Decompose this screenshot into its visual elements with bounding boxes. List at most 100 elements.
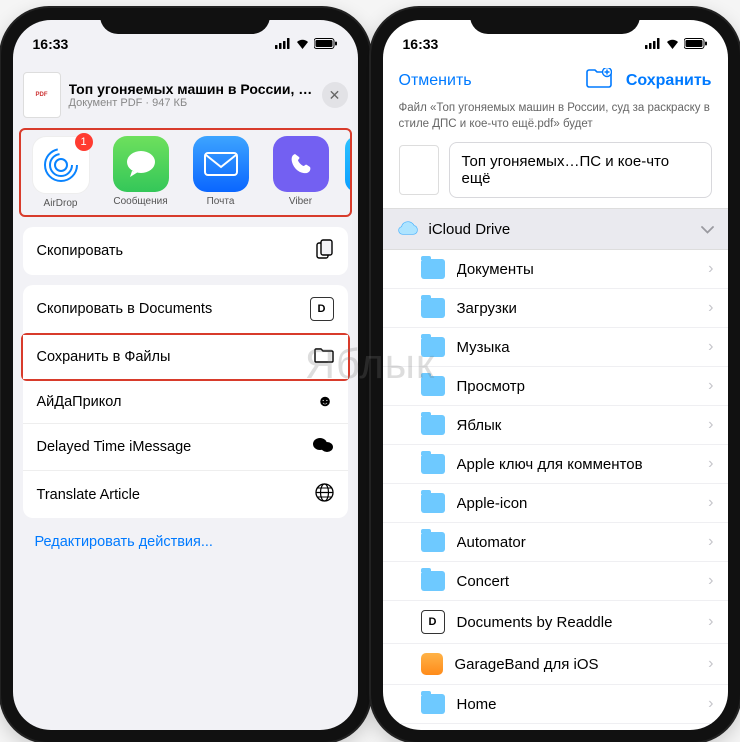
share-sheet-screen: 16:33 Топ угоняемых машин в России, суд … <box>13 20 358 730</box>
filename-input[interactable]: Топ угоняемых…ПС и кое-что ещё <box>449 142 712 198</box>
chevron-right-icon: › <box>708 455 713 473</box>
save-description: Файл «Топ угоняемых машин в России, суд … <box>383 99 728 138</box>
folder-row[interactable]: Apple-icon› <box>383 484 728 523</box>
app-mail[interactable]: Почта <box>185 136 257 209</box>
folder-label: Concert <box>457 573 697 590</box>
status-time: 16:33 <box>403 36 439 52</box>
action-label: Скопировать в Documents <box>37 301 213 317</box>
folder-label: Яблык <box>457 417 697 434</box>
notch <box>100 8 270 34</box>
folder-row[interactable]: Загрузки › <box>383 289 728 328</box>
status-time: 16:33 <box>33 36 69 52</box>
folder-row[interactable]: Automator› <box>383 523 728 562</box>
icloud-icon <box>397 218 419 240</box>
action-label: Скопировать <box>37 243 124 259</box>
folder-row[interactable]: Apple ключ для комментов › <box>383 445 728 484</box>
folder-icon <box>421 571 445 591</box>
chevron-right-icon: › <box>708 416 713 434</box>
folder-icon <box>421 532 445 552</box>
chevron-right-icon: › <box>708 377 713 395</box>
folder-icon <box>421 298 445 318</box>
new-folder-button[interactable] <box>586 68 612 93</box>
folder-row[interactable]: Home › <box>383 685 728 724</box>
folder-icon <box>421 694 445 714</box>
chevron-right-icon: › <box>708 695 713 713</box>
folder-row[interactable]: DDocuments by Readdle› <box>383 601 728 644</box>
phone-left: 16:33 Топ угоняемых машин в России, суд … <box>1 8 370 742</box>
airdrop-badge: 1 <box>75 133 93 151</box>
file-thumbnail <box>399 145 439 195</box>
action-save-files[interactable]: Сохранить в Файлы <box>23 335 348 379</box>
chevron-down-icon <box>701 221 714 238</box>
folder-icon <box>421 337 445 357</box>
action-aidaprikol[interactable]: АйДаПрикол ☻ <box>23 381 348 424</box>
chevron-right-icon: › <box>708 533 713 551</box>
folder-icon <box>421 376 445 396</box>
folder-label: Apple ключ для комментов <box>457 456 697 473</box>
file-rename-row: Топ угоняемых…ПС и кое-что ещё <box>383 138 728 208</box>
folder-row[interactable]: Документы› <box>383 250 728 289</box>
save-button[interactable]: Сохранить <box>626 72 712 90</box>
folder-label: Музыка <box>457 339 697 356</box>
document-thumbnail <box>23 72 61 118</box>
location-icloud-drive[interactable]: iCloud Drive <box>383 208 728 250</box>
phone-right: 16:33 Отменить Сохранить <box>371 8 740 742</box>
folder-row[interactable]: Concert › <box>383 562 728 601</box>
smiley-icon: ☻ <box>317 393 334 411</box>
chevron-right-icon: › <box>708 338 713 356</box>
document-header: Топ угоняемых машин в России, суд з... Д… <box>23 72 348 118</box>
folder-row[interactable]: Просмотр› <box>383 367 728 406</box>
battery-icon <box>314 36 338 52</box>
app-messages[interactable]: Сообщения <box>105 136 177 209</box>
folder-label: GarageBand для iOS <box>455 656 697 673</box>
app-viber[interactable]: Viber <box>265 136 337 209</box>
app-label: Почта <box>185 196 257 207</box>
actions-group-2: Скопировать в Documents D <box>23 285 348 333</box>
action-label: Delayed Time iMessage <box>37 439 192 455</box>
folder-row[interactable]: Музыка › <box>383 328 728 367</box>
signal-icon <box>275 36 291 52</box>
battery-icon <box>684 36 708 52</box>
notch <box>470 8 640 34</box>
chat-icon <box>312 436 334 458</box>
document-title: Топ угоняемых машин в России, суд з... <box>69 81 314 97</box>
location-label: iCloud Drive <box>429 221 511 238</box>
cancel-button[interactable]: Отменить <box>399 72 472 90</box>
chevron-right-icon: › <box>708 613 713 631</box>
chevron-right-icon: › <box>708 572 713 590</box>
action-copy[interactable]: Скопировать <box>23 227 348 275</box>
action-label: Translate Article <box>37 487 140 503</box>
actions-group-3: АйДаПрикол ☻ Delayed Time iMessage Trans… <box>23 381 348 518</box>
chevron-right-icon: › <box>708 299 713 317</box>
action-save-files-highlight: Сохранить в Файлы <box>21 333 350 381</box>
app-label: AirDrop <box>25 198 97 209</box>
folder-label: Документы <box>457 261 697 278</box>
folder-icon <box>421 259 445 279</box>
share-apps-row: 1 AirDrop Сообщения Почта Vibe <box>19 128 352 217</box>
status-icons <box>645 36 708 52</box>
action-copy-documents[interactable]: Скопировать в Documents D <box>23 285 348 333</box>
save-to-files-screen: 16:33 Отменить Сохранить <box>383 20 728 730</box>
folder-list[interactable]: Документы›Загрузки›Музыка›Просмотр›Яблык… <box>383 250 728 730</box>
folder-icon <box>314 347 334 367</box>
folder-row[interactable]: Ip› <box>383 724 728 730</box>
folder-icon <box>421 493 445 513</box>
documents-app-icon: D <box>421 610 445 634</box>
action-translate[interactable]: Translate Article <box>23 471 348 518</box>
folder-label: Apple-icon <box>457 495 697 512</box>
nav-bar: Отменить Сохранить <box>383 64 728 99</box>
folder-label: Загрузки <box>457 300 697 317</box>
edit-actions-link[interactable]: Редактировать действия... <box>35 528 336 556</box>
status-icons <box>275 36 338 52</box>
folder-row[interactable]: GarageBand для iOS› <box>383 644 728 685</box>
globe-icon <box>315 483 334 506</box>
document-subtitle: Документ PDF · 947 КБ <box>69 97 314 109</box>
folder-row[interactable]: Яблык › <box>383 406 728 445</box>
close-button[interactable]: ✕ <box>322 82 348 108</box>
app-partial[interactable] <box>345 136 352 209</box>
app-airdrop[interactable]: 1 AirDrop <box>25 136 97 209</box>
action-delayed-imessage[interactable]: Delayed Time iMessage <box>23 424 348 471</box>
documents-app-icon: D <box>310 297 334 321</box>
action-label: АйДаПрикол <box>37 394 122 410</box>
folder-label: Home <box>457 696 697 713</box>
